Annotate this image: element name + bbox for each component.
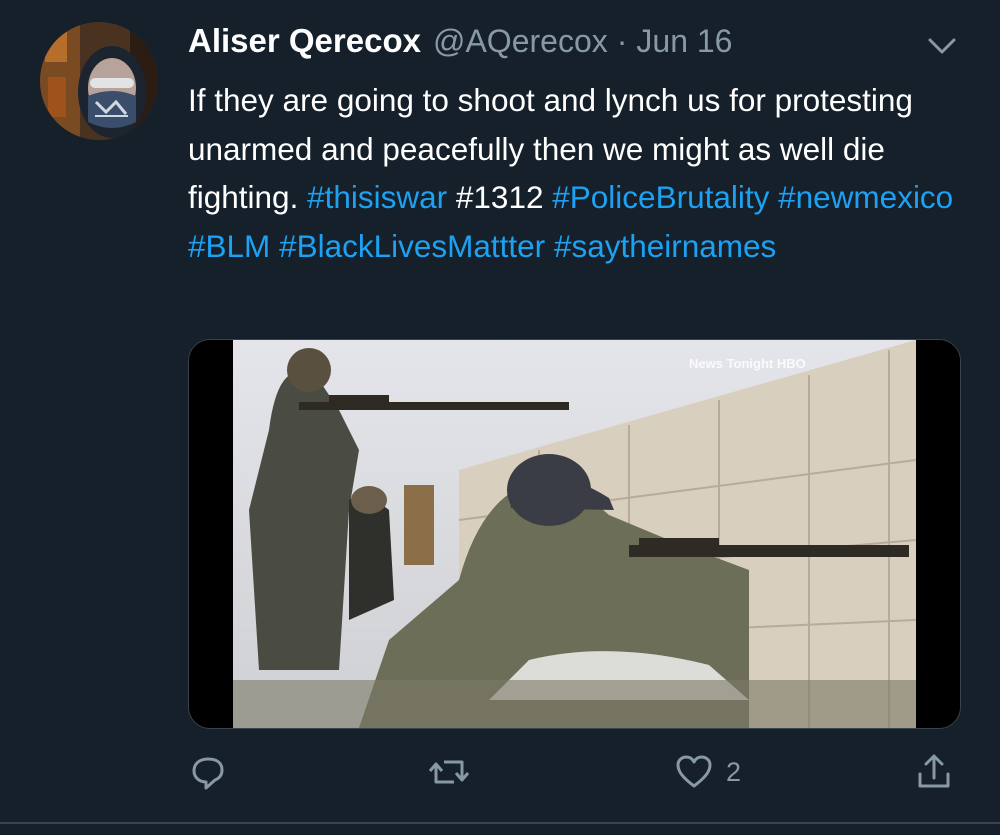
share-icon bbox=[918, 754, 950, 788]
hashtag-link[interactable]: #BlackLivesMattter bbox=[279, 228, 545, 264]
hashtag-link[interactable]: #thisiswar bbox=[307, 179, 447, 215]
tweet-card[interactable]: Aliser Qerecox @AQerecox · Jun 16 If the… bbox=[0, 0, 1000, 835]
divider bbox=[0, 822, 1000, 824]
avatar-image bbox=[40, 22, 158, 140]
tweet-text-segment bbox=[769, 179, 778, 215]
reply-icon bbox=[192, 757, 224, 790]
media-watermark: News Tonight HBO bbox=[689, 356, 806, 371]
heart-icon bbox=[676, 755, 712, 788]
share-button[interactable] bbox=[914, 752, 954, 792]
user-handle[interactable]: @AQerecox bbox=[433, 23, 608, 60]
more-options-button[interactable] bbox=[920, 34, 964, 60]
tweet-text-segment bbox=[545, 228, 554, 264]
tweet-media[interactable]: News Tonight HBO bbox=[188, 339, 961, 729]
retweet-icon bbox=[428, 760, 470, 784]
hashtag-link[interactable]: #saytheirnames bbox=[554, 228, 776, 264]
separator-dot: · bbox=[616, 23, 628, 59]
hashtag-link[interactable]: #newmexico bbox=[778, 179, 953, 215]
like-button[interactable]: 2 bbox=[674, 752, 741, 792]
hashtag-link[interactable]: #PoliceBrutality bbox=[552, 179, 769, 215]
media-image: News Tonight HBO bbox=[189, 340, 960, 728]
reply-button[interactable] bbox=[188, 752, 228, 792]
tweet-text-segment bbox=[270, 228, 279, 264]
retweet-button[interactable] bbox=[426, 752, 472, 792]
like-count: 2 bbox=[726, 756, 742, 787]
tweet-text-segment: #1312 bbox=[447, 179, 553, 215]
hashtag-link[interactable]: #BLM bbox=[188, 228, 270, 264]
tweet-header: Aliser Qerecox @AQerecox · Jun 16 bbox=[188, 22, 732, 72]
tweet-date[interactable]: Jun 16 bbox=[636, 23, 732, 60]
chevron-down-icon bbox=[928, 38, 956, 54]
tweet-text: If they are going to shoot and lynch us … bbox=[188, 76, 968, 270]
avatar[interactable] bbox=[40, 22, 158, 140]
display-name[interactable]: Aliser Qerecox bbox=[188, 22, 421, 60]
